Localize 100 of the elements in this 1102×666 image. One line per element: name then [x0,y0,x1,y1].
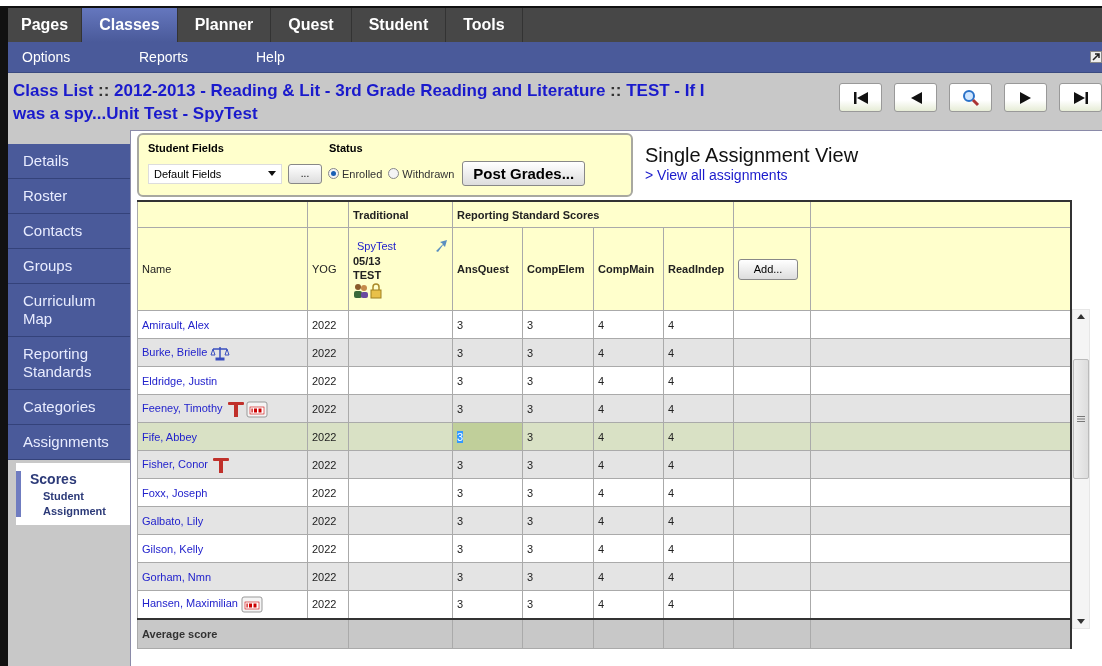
score-cell[interactable]: 4 [663,506,734,535]
score-cell[interactable]: 4 [593,338,664,367]
search-icon [961,88,980,107]
scrollbar[interactable] [1072,309,1090,629]
score-cell[interactable]: 4 [593,310,664,339]
student-link[interactable]: Burke, Brielle [142,345,208,358]
assignment-category: TEST [353,269,383,281]
score-cell[interactable]: 3 [452,366,523,395]
score-cell[interactable]: 3 [522,310,594,339]
score-cell[interactable]: 4 [663,450,734,479]
status-radio[interactable]: Withdrawn [388,167,455,180]
student-link[interactable]: Fife, Abbey [142,430,198,443]
breadcrumb-title[interactable]: Class List :: 2012-2013 - Reading & Lit - 3rd Grade Reading and Literature :: TEST - If I was a spy...Unit Test - SpyTest [13,79,739,125]
sidebar-item[interactable]: Contacts [8,214,130,249]
score-cell[interactable]: 3 [452,478,523,507]
score-cell[interactable]: 4 [593,394,664,423]
field-label: Student Fields [148,142,225,154]
score-cell[interactable]: 4 [593,422,664,451]
score-cell[interactable]: 4 [663,478,734,507]
score-cell[interactable]: 3 [522,394,594,423]
post-grades-button[interactable]: Post Grades... [462,161,586,186]
student-link[interactable]: Galbato, Lily [142,514,204,527]
status-radio[interactable]: Enrolled [328,167,383,180]
sidebar-item[interactable]: Groups [8,249,130,284]
score-cell[interactable]: 3 [522,534,594,563]
score-cell[interactable]: 4 [593,366,664,395]
column-header: Name [137,227,308,311]
score-cell[interactable]: 4 [663,310,734,339]
menu-item[interactable]: Help [256,49,373,65]
student-link[interactable]: Hansen, Maximilian [142,597,238,610]
grip-icon[interactable] [1077,416,1085,422]
student-link[interactable]: Gorham, Nmn [142,570,212,583]
sidebar-item[interactable]: Categories [8,390,130,425]
student-link[interactable]: Eldridge, Justin [142,374,218,387]
score-cell[interactable]: 3 [522,478,594,507]
score-cell[interactable]: 4 [593,590,664,619]
sidebar-item[interactable]: Reporting Standards [8,337,130,390]
score-cell[interactable]: 3 [522,338,594,367]
sidebar-item[interactable]: Curriculum Map [8,284,130,337]
score-cell[interactable]: 3 [452,562,523,591]
sidebar-item[interactable]: Details [8,144,130,179]
sidebar-item[interactable]: Scores [30,471,106,487]
scroll-up-icon[interactable] [1077,314,1085,319]
score-cell[interactable]: 3 [522,562,594,591]
score-cell[interactable]: 3 [522,366,594,395]
score-cell[interactable]: 4 [663,366,734,395]
radio-icon[interactable] [328,168,339,179]
score-cell[interactable]: 3 [452,506,523,535]
score-cell[interactable]: 3 [452,450,523,479]
medical-icon [225,399,246,418]
score-cell[interactable]: 3 [522,590,594,619]
assignment-link[interactable]: SpyTest [357,240,397,252]
view-title: Single Assignment View [645,144,859,167]
score-cell[interactable]: 3 [522,450,594,479]
record-nav-button[interactable] [839,83,882,112]
score-cell[interactable]: 4 [663,338,734,367]
score-cell[interactable]: 4 [663,422,734,451]
score-cell[interactable]: 4 [593,534,664,563]
score-cell[interactable]: 4 [593,478,664,507]
record-nav-button[interactable] [894,83,937,112]
record-nav-button[interactable] [1004,83,1047,112]
sidebar-subitem[interactable]: Student [30,490,106,502]
student-link[interactable]: Feeney, Timothy [142,401,223,414]
score-cell[interactable]: 3 [522,506,594,535]
score-cell[interactable]: 3 [452,310,523,339]
score-cell[interactable]: 4 [663,394,734,423]
column-header: CompElem [522,227,594,311]
score-cell[interactable]: 4 [593,562,664,591]
record-nav-button[interactable] [1059,83,1102,112]
score-cell[interactable]: 3 [452,590,523,619]
student-link[interactable]: Gilson, Kelly [142,542,204,555]
caret-icon [268,171,276,176]
score-cell[interactable]: 3 [452,394,523,423]
score-cell[interactable]: 4 [593,450,664,479]
iep-icon [241,595,264,614]
nav-tab[interactable]: Classes [82,8,178,42]
radio-icon[interactable] [388,168,400,179]
student-link[interactable]: Fisher, Conor [142,457,209,470]
fields-dropdown[interactable]: Default Fields [148,163,282,184]
student-link[interactable]: Foxx, Joseph [142,486,208,499]
scroll-down-icon[interactable] [1077,619,1085,624]
sidebar-item[interactable]: Assignments [8,425,130,460]
menu-item[interactable]: Reports [139,49,256,65]
score-cell[interactable]: 4 [593,506,664,535]
score-cell[interactable]: 3 [522,422,594,451]
student-link[interactable]: Amirault, Alex [142,318,210,331]
view-all-link[interactable]: > View all assignments [645,167,859,183]
score-cell[interactable]: 3 [452,534,523,563]
score-cell[interactable]: 4 [663,534,734,563]
score-cell[interactable]: 4 [663,590,734,619]
more-button[interactable]: ... [288,163,322,184]
sidebar-item[interactable]: Roster [8,179,130,214]
column-header: YOG [307,227,349,311]
score-cell[interactable]: 4 [663,562,734,591]
column-header: CompMain [593,227,664,311]
sidebar-subitem[interactable]: Assignment [30,505,106,517]
menu-item[interactable]: Options [22,49,139,65]
score-cell[interactable]: 3 [452,338,523,367]
expand-icon[interactable] [1090,51,1102,63]
add-button[interactable]: Add... [738,258,799,280]
